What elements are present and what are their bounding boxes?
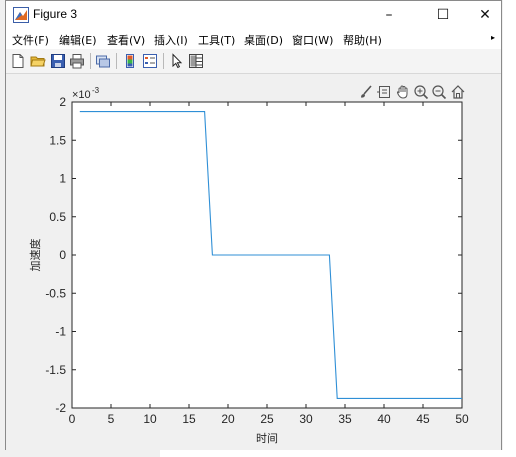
y-tick-label: 2 — [59, 95, 66, 109]
y-tick-label: -1.5 — [45, 363, 66, 377]
y-axis-label: 加速度 — [28, 239, 42, 272]
y-tick-label: 0.5 — [49, 210, 66, 224]
x-tick-label: 20 — [221, 412, 235, 426]
axes[interactable]: 0 5 10 15 20 25 30 35 40 45 50 2 1.5 1 0.5 0 -0.5 -1 -1.5… — [6, 1, 501, 450]
x-tick-label: 0 — [69, 412, 76, 426]
y-tick-label: 0 — [59, 248, 66, 262]
x-tick-label: 15 — [182, 412, 196, 426]
desktop-background-bottom — [160, 450, 516, 457]
x-tick-label: 25 — [260, 412, 274, 426]
x-tick-label: 10 — [143, 412, 157, 426]
x-tick-label: 50 — [455, 412, 469, 426]
y-tick-label: 1 — [59, 172, 66, 186]
y-tick-label: -1 — [55, 325, 66, 339]
x-tick-label: 35 — [338, 412, 352, 426]
desktop-background-right — [503, 0, 516, 457]
x-tick-label: 5 — [108, 412, 115, 426]
y-exponent: -3 — [92, 86, 100, 95]
y-tick-label: -2 — [55, 401, 66, 415]
y-exponent-prefix: ×10 — [72, 89, 91, 101]
x-tick-label: 40 — [377, 412, 391, 426]
x-tick-label: 30 — [299, 412, 313, 426]
figure-window: Figure 3 – ☐ ✕ 文件(F) 编辑(E) 查看(V) 插入(I) 工… — [5, 0, 502, 450]
x-axis-label: 时间 — [256, 432, 278, 445]
x-tick-label: 45 — [416, 412, 430, 426]
y-tick-label: 1.5 — [49, 133, 66, 147]
y-tick-label: -0.5 — [45, 286, 66, 300]
